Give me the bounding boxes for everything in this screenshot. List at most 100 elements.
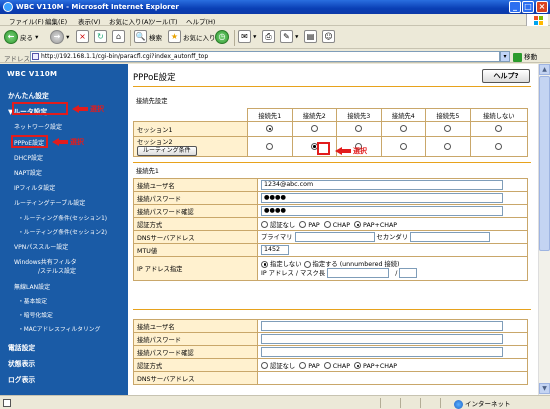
- auth2-radio-chap[interactable]: [323, 362, 331, 369]
- scroll-up-icon[interactable]: ▲: [539, 64, 550, 75]
- pppoe-annotation: 選択: [52, 137, 84, 147]
- session1-radio-dest5[interactable]: [444, 125, 452, 133]
- mail-button[interactable]: ✉ ▾: [238, 30, 256, 46]
- search-button[interactable]: 🔍 検索: [134, 30, 162, 46]
- auth-label: 認証方式: [133, 217, 258, 231]
- sidebar-item-easy-setup[interactable]: かんたん設定: [8, 90, 49, 100]
- ip-label: IP アドレス指定: [133, 256, 258, 281]
- menu-file[interactable]: ファイル(F): [9, 16, 44, 26]
- menu-view[interactable]: 表示(V): [78, 16, 101, 26]
- print-button[interactable]: ⎙: [262, 30, 275, 46]
- mask-length-input[interactable]: [399, 268, 418, 278]
- sidebar-item-wireless-encryption[interactable]: ・暗号化設定: [18, 310, 53, 319]
- dns2-label: DNSサーバアドレス: [133, 371, 258, 385]
- sidebar-item-network[interactable]: ネットワーク設定: [14, 122, 62, 131]
- dns-secondary-input[interactable]: [410, 232, 491, 242]
- session1-radio-dest3[interactable]: [355, 125, 363, 133]
- password2-input[interactable]: [261, 334, 503, 344]
- auth2-radio-pap[interactable]: [299, 362, 307, 369]
- sidebar-item-stealth[interactable]: /ステルス設定: [38, 266, 76, 275]
- dns-primary-input[interactable]: [294, 232, 375, 242]
- session1-radio-dest4[interactable]: [399, 125, 407, 133]
- session2-label: セッション2: [137, 139, 173, 146]
- maximize-button[interactable]: □: [522, 1, 534, 13]
- home-button[interactable]: ⌂: [112, 30, 125, 46]
- go-arrow-icon: [513, 52, 522, 62]
- user-label: 接続ユーザ名: [133, 178, 258, 192]
- sidebar-item-routing-table[interactable]: ルーティングテーブル設定: [14, 198, 85, 207]
- go-button[interactable]: 移動: [513, 51, 537, 62]
- session2-radio-none[interactable]: [495, 142, 503, 150]
- sidebar-item-phone[interactable]: 電話設定: [8, 342, 35, 352]
- sidebar-item-ip-filter[interactable]: IPフィルタ設定: [14, 183, 55, 192]
- menu-favorites[interactable]: お気に入り(A): [109, 16, 151, 26]
- sidebar-item-routing-session2[interactable]: ・ルーティング条件(セッション2): [18, 227, 107, 236]
- session2-radio-dest1[interactable]: [266, 142, 274, 150]
- address-input[interactable]: http://192.168.1.1/cgi-bin/paracfl.cgi?i…: [30, 51, 500, 62]
- password-confirm2-input[interactable]: [261, 347, 503, 357]
- ip-mask-label: IP アドレス / マスク長: [261, 270, 326, 277]
- scroll-thumb[interactable]: [539, 76, 550, 251]
- forward-button[interactable]: → ▾: [50, 30, 69, 46]
- mtu-input[interactable]: 1452: [261, 245, 289, 255]
- auth-radio-none[interactable]: [261, 221, 268, 228]
- status-bar: インターネット: [0, 395, 550, 409]
- sidebar-item-vpn[interactable]: VPNパススルー設定: [14, 242, 68, 251]
- header-dest3: 接続先3: [336, 108, 382, 122]
- minimize-button[interactable]: _: [509, 1, 521, 13]
- menu-help[interactable]: ヘルプ(H): [186, 16, 215, 26]
- session2-radio-dest4[interactable]: [399, 142, 407, 150]
- auth-radio-chap[interactable]: [323, 221, 331, 228]
- menu-tools[interactable]: ツール(T): [149, 16, 178, 26]
- address-dropdown[interactable]: ▾: [500, 51, 510, 62]
- session2-dest2-highlight: [317, 142, 330, 155]
- menu-bar: ファイル(F) 編集(E) 表示(V) お気に入り(A) ツール(T) ヘルプ(…: [0, 14, 550, 26]
- messenger-button[interactable]: ☺: [322, 30, 335, 46]
- routing-condition-button[interactable]: ルーティング条件: [137, 146, 197, 156]
- scroll-down-icon[interactable]: ▼: [539, 383, 550, 394]
- mtu-label: MTU値: [133, 243, 258, 257]
- sidebar-item-log[interactable]: ログ表示: [8, 374, 35, 384]
- auth2-radio-pap-chap[interactable]: [354, 362, 362, 369]
- stop-button[interactable]: ×: [76, 30, 89, 46]
- sidebar-item-napt[interactable]: NAPT設定: [14, 168, 42, 177]
- session1-radio-dest1[interactable]: [266, 125, 274, 133]
- sidebar-item-status[interactable]: 状態表示: [8, 358, 35, 368]
- session1-radio-dest2[interactable]: [310, 125, 318, 133]
- sidebar-item-mac-filter[interactable]: ・MACアドレスフィルタリング: [18, 324, 100, 333]
- refresh-button[interactable]: ↻: [94, 30, 107, 46]
- dns-label: DNSサーバアドレス: [133, 230, 258, 244]
- vertical-scrollbar[interactable]: ▲ ▼: [538, 64, 550, 395]
- auth2-label: 認証方式: [133, 358, 258, 372]
- sidebar-item-routing-session1[interactable]: ・ルーティング条件(セッション1): [18, 213, 107, 222]
- user2-input[interactable]: [261, 321, 503, 331]
- ip-radio-unnumbered[interactable]: [303, 260, 311, 268]
- page-icon: [32, 53, 39, 60]
- password-input[interactable]: ●●●●: [261, 193, 503, 203]
- session2-radio-dest5[interactable]: [444, 142, 452, 150]
- history-button[interactable]: ◷: [215, 30, 229, 46]
- menu-edit[interactable]: 編集(E): [45, 16, 67, 26]
- discuss-button[interactable]: ▤: [304, 30, 317, 46]
- auth2-radio-none[interactable]: [261, 362, 268, 369]
- sidebar-item-windows-filter[interactable]: Windows共有フィルタ: [14, 257, 77, 266]
- header-no-connect: 接続しない: [469, 108, 529, 122]
- edit-button[interactable]: ✎ ▾: [280, 30, 298, 46]
- help-button[interactable]: ヘルプ?: [482, 69, 530, 83]
- auth-radio-pap-chap[interactable]: [354, 221, 362, 228]
- sidebar-item-wireless[interactable]: 無線LAN設定: [14, 282, 50, 291]
- back-button[interactable]: ← 戻る ▾: [4, 30, 38, 46]
- user-input[interactable]: 1234@abc.com: [261, 180, 503, 190]
- header-dest1: 接続先1: [247, 108, 293, 122]
- close-button[interactable]: ×: [536, 1, 548, 13]
- favorites-button[interactable]: ★ お気に入り: [168, 30, 216, 46]
- session1-radio-none[interactable]: [495, 125, 503, 133]
- ip-address-input[interactable]: [327, 268, 390, 278]
- toolbar: ← 戻る ▾ → ▾ × ↻ ⌂ 🔍 検索 ★ お気に入り ◷ ✉ ▾ ⎙ ✎ ▾ ▤…: [0, 27, 550, 49]
- password2-label: 接続パスワード: [133, 332, 258, 346]
- sidebar-item-wireless-basic[interactable]: ・基本設定: [18, 296, 47, 305]
- auth-radio-pap[interactable]: [299, 221, 307, 228]
- ip-radio-unspecified[interactable]: [261, 260, 268, 268]
- password-confirm-input[interactable]: ●●●●: [261, 206, 503, 216]
- sidebar-item-dhcp[interactable]: DHCP設定: [14, 153, 43, 162]
